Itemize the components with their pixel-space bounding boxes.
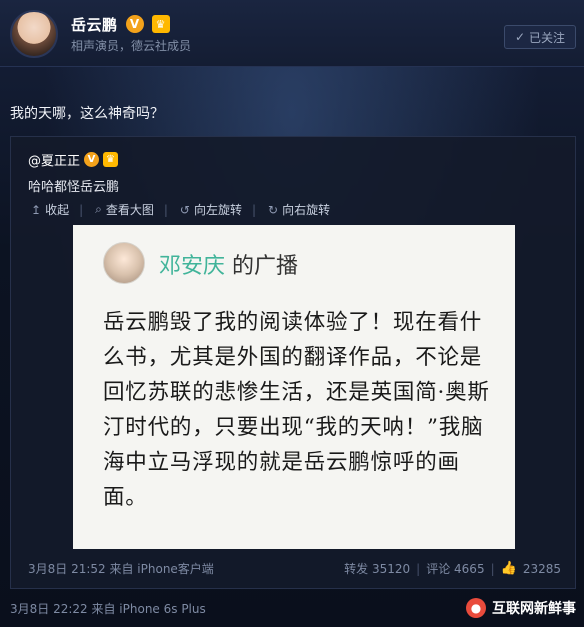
profile-name[interactable]: 岳云鹏 (71, 14, 118, 35)
verified-icon: V (84, 152, 100, 167)
rotate-right-label: 向右旋转 (282, 203, 331, 217)
like-count[interactable]: 23285 (523, 562, 561, 576)
image-author-name: 邓安庆 (159, 254, 226, 279)
zoom-icon: ⌕ (95, 202, 102, 216)
check-icon: ✓ (514, 30, 526, 44)
repost-author-row: @夏正正 V ♛ (28, 150, 119, 169)
collapse-icon: ↥ (31, 202, 42, 217)
watermark: ● 互联网新鲜事 (466, 598, 576, 618)
stats-divider: | (490, 561, 495, 576)
post-text: 我的天哪，这么神奇吗？ (10, 106, 164, 122)
rotate-left-label: 向左旋转 (193, 203, 242, 217)
following-label: 已关注 (529, 30, 566, 45)
repost-card: @夏正正 V ♛ 哈哈都怪岳云鹏 ↥ 收起 | ⌕ 查看大图 | ↺ 向左旋转 … (10, 136, 576, 589)
member-crown-icon: ♛ (103, 152, 119, 167)
rotate-right-icon: ↻ (268, 202, 279, 217)
comment-count[interactable]: 评论 4665 (426, 560, 484, 577)
name-row: 岳云鹏 V ♛ (71, 13, 170, 35)
post-image[interactable]: 邓安庆 的广播 岳云鹏毁了我的阅读体验了！现在看什么书，尤其是外国的翻译作品，不… (73, 225, 515, 549)
rotate-left-button[interactable]: ↺ 向左旋转 | (174, 201, 262, 218)
repost-meta: 3月8日 21:52 来自 iPhone客户端 (28, 562, 214, 576)
repost-text: 哈哈都怪岳云鹏 (28, 180, 120, 195)
following-button[interactable]: ✓ 已关注 (504, 25, 576, 49)
image-toolbar: ↥ 收起 | ⌕ 查看大图 | ↺ 向左旋转 | ↻ 向右旋转 (25, 201, 336, 218)
repost-author[interactable]: @夏正正 (28, 150, 80, 169)
repost-stats: 转发 35120 | 评论 4665 | 👍 23285 (344, 560, 561, 577)
image-avatar (103, 242, 145, 284)
toolbar-divider: | (163, 202, 168, 217)
image-title: 邓安庆 的广播 (159, 248, 298, 280)
rotate-right-button[interactable]: ↻ 向右旋转 (262, 201, 336, 218)
member-crown-icon: ♛ (151, 15, 170, 33)
avatar[interactable] (10, 10, 58, 58)
toolbar-divider: | (252, 202, 257, 217)
post-meta: 3月8日 22:22 来自 iPhone 6s Plus (10, 602, 206, 616)
toolbar-divider: | (79, 202, 84, 217)
view-large-button[interactable]: ⌕ 查看大图 | (89, 201, 174, 218)
thumbs-up-icon[interactable]: 👍 (501, 561, 517, 576)
view-large-label: 查看大图 (105, 203, 154, 217)
collapse-label: 收起 (45, 203, 70, 217)
image-title-suffix: 的广播 (232, 254, 299, 279)
image-body-text: 岳云鹏毁了我的阅读体验了！现在看什么书，尤其是外国的翻译作品，不论是回忆苏联的悲… (103, 310, 490, 510)
profile-subtitle: 相声演员，德云社成员 (71, 39, 192, 53)
profile-header: 岳云鹏 V ♛ 相声演员，德云社成员 ✓ 已关注 (0, 0, 584, 67)
collapse-button[interactable]: ↥ 收起 | (25, 201, 89, 218)
stats-divider: | (416, 561, 421, 576)
repost-count[interactable]: 转发 35120 (344, 560, 410, 577)
watermark-label: 互联网新鲜事 (492, 601, 576, 617)
watermark-logo-icon: ● (466, 598, 486, 618)
rotate-left-icon: ↺ (179, 202, 190, 217)
verified-icon: V (125, 15, 144, 33)
